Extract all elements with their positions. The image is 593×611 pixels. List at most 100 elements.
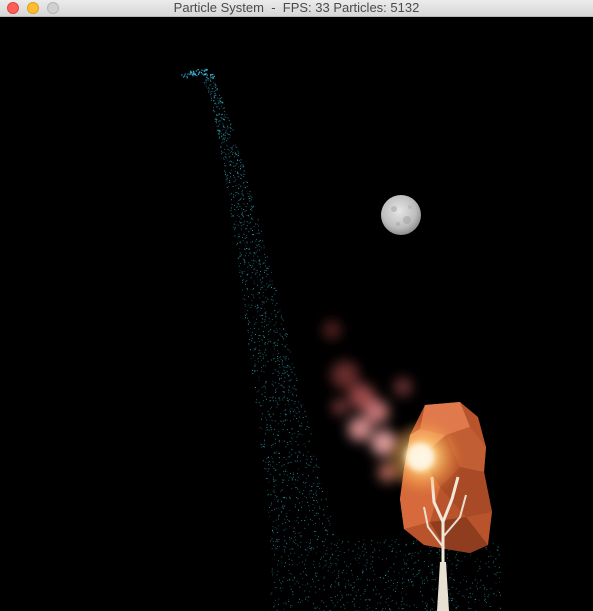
water-particle bbox=[319, 487, 320, 489]
water-particle bbox=[401, 568, 403, 570]
water-particle bbox=[186, 77, 188, 79]
water-particle bbox=[269, 507, 270, 508]
water-particle bbox=[498, 567, 500, 568]
water-particle bbox=[293, 433, 295, 434]
water-particle bbox=[310, 433, 312, 435]
water-particle bbox=[230, 165, 232, 167]
water-particle bbox=[403, 559, 405, 561]
water-particle bbox=[250, 213, 251, 215]
water-particle bbox=[261, 307, 263, 309]
water-particle bbox=[261, 325, 263, 327]
water-particle bbox=[239, 270, 241, 272]
water-particle bbox=[204, 74, 207, 76]
water-particle bbox=[210, 75, 212, 77]
water-particle bbox=[248, 343, 250, 344]
water-particle bbox=[251, 196, 253, 198]
water-particle bbox=[280, 384, 282, 386]
render-viewport[interactable] bbox=[0, 17, 593, 611]
water-particle bbox=[277, 560, 279, 562]
water-particle bbox=[240, 159, 242, 161]
water-particle bbox=[290, 379, 292, 380]
water-particle bbox=[233, 176, 235, 178]
water-particle bbox=[243, 216, 244, 218]
water-particle bbox=[498, 547, 499, 549]
water-particle bbox=[238, 256, 240, 258]
water-particle bbox=[287, 444, 289, 445]
water-particle bbox=[402, 608, 404, 609]
water-particle bbox=[270, 408, 271, 410]
water-particle bbox=[249, 191, 251, 193]
water-particle bbox=[247, 182, 248, 183]
water-particle bbox=[275, 451, 277, 453]
water-particle bbox=[273, 385, 274, 387]
water-particle bbox=[334, 543, 336, 545]
water-particle bbox=[240, 168, 241, 169]
water-particle bbox=[245, 187, 246, 189]
water-particle bbox=[228, 164, 230, 166]
water-particle bbox=[222, 108, 224, 109]
title-bar[interactable]: Particle System - FPS: 33 Particles: 513… bbox=[0, 0, 593, 17]
water-particle bbox=[235, 221, 237, 222]
water-particle bbox=[288, 564, 290, 565]
water-particle bbox=[277, 404, 279, 406]
water-particle bbox=[281, 489, 283, 491]
water-particle bbox=[197, 73, 200, 75]
water-particle bbox=[335, 558, 337, 560]
water-particle bbox=[278, 441, 280, 443]
water-particle bbox=[217, 100, 219, 101]
water-particle bbox=[293, 367, 295, 369]
water-particle bbox=[307, 584, 309, 585]
water-particle bbox=[298, 510, 299, 511]
water-particle bbox=[324, 552, 326, 554]
water-particle bbox=[237, 160, 238, 162]
water-particle bbox=[245, 252, 247, 254]
water-particle bbox=[298, 556, 300, 558]
water-particle bbox=[319, 483, 321, 484]
water-particle bbox=[451, 600, 453, 601]
water-particle bbox=[232, 154, 233, 155]
water-particle bbox=[315, 464, 317, 466]
water-particle bbox=[274, 420, 276, 422]
water-particle bbox=[272, 572, 274, 574]
water-particle bbox=[305, 559, 306, 561]
water-particle bbox=[282, 581, 284, 583]
water-particle bbox=[407, 567, 409, 569]
water-particle bbox=[284, 413, 286, 415]
water-particle bbox=[413, 568, 415, 570]
water-particle bbox=[233, 165, 235, 167]
water-particle bbox=[313, 499, 314, 501]
water-particle bbox=[287, 429, 288, 430]
water-particle bbox=[282, 360, 283, 361]
water-particle bbox=[213, 109, 215, 111]
water-particle bbox=[232, 226, 234, 228]
water-particle bbox=[242, 298, 244, 299]
water-particle bbox=[249, 249, 250, 250]
water-particle bbox=[305, 596, 307, 598]
water-particle bbox=[241, 174, 243, 176]
water-particle bbox=[282, 429, 284, 431]
water-particle bbox=[248, 262, 249, 264]
water-particle bbox=[258, 349, 260, 351]
water-particle bbox=[495, 558, 497, 560]
water-particle bbox=[351, 570, 352, 572]
water-particle bbox=[366, 551, 367, 553]
water-particle bbox=[266, 458, 268, 460]
water-particle bbox=[258, 225, 259, 227]
water-particle bbox=[233, 180, 235, 182]
water-particle bbox=[380, 597, 381, 599]
water-particle bbox=[229, 150, 231, 152]
water-particle bbox=[299, 452, 301, 454]
water-particle bbox=[238, 200, 240, 202]
water-particle bbox=[256, 272, 258, 273]
water-particle bbox=[259, 279, 261, 281]
water-particle bbox=[251, 206, 253, 208]
water-particle bbox=[470, 608, 472, 609]
water-particle bbox=[221, 116, 222, 118]
water-particle bbox=[316, 466, 318, 468]
water-particle bbox=[284, 409, 286, 411]
water-particle bbox=[298, 532, 300, 534]
water-particle bbox=[393, 583, 394, 584]
water-particle bbox=[261, 322, 263, 323]
water-particle bbox=[239, 272, 241, 273]
water-particle bbox=[283, 391, 285, 393]
